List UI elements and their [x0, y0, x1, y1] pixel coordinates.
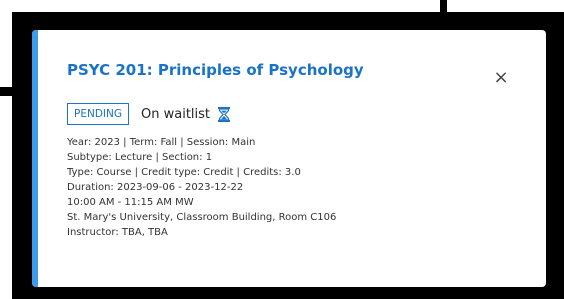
screen: PSYC 201: Principles of Psychology × PEN…: [0, 0, 564, 299]
close-button[interactable]: ×: [490, 66, 512, 88]
card-accent-bar: [32, 30, 38, 287]
status-row: PENDING On waitlist: [67, 103, 231, 125]
detail-type-credits: Type: Course | Credit type: Credit | Cre…: [67, 167, 301, 178]
detail-location: St. Mary's University, Classroom Buildin…: [67, 212, 337, 223]
course-card: PSYC 201: Principles of Psychology × PEN…: [32, 30, 546, 287]
detail-subtype: Subtype: Lecture | Section: 1: [67, 152, 213, 163]
waitlist-text: On waitlist: [141, 106, 211, 122]
course-details: Year: 2023 | Term: Fall | Session: Main …: [67, 135, 336, 240]
detail-year-term: Year: 2023 | Term: Fall | Session: Main: [67, 137, 256, 148]
close-icon: ×: [493, 66, 509, 88]
status-badge: PENDING: [67, 103, 129, 125]
course-title[interactable]: PSYC 201: Principles of Psychology: [67, 61, 364, 79]
detail-instructor: Instructor: TBA, TBA: [67, 227, 168, 238]
detail-time: 10:00 AM - 11:15 AM MW: [67, 197, 194, 208]
hourglass-icon: [218, 106, 231, 122]
detail-duration: Duration: 2023-09-06 - 2023-12-22: [67, 182, 244, 193]
